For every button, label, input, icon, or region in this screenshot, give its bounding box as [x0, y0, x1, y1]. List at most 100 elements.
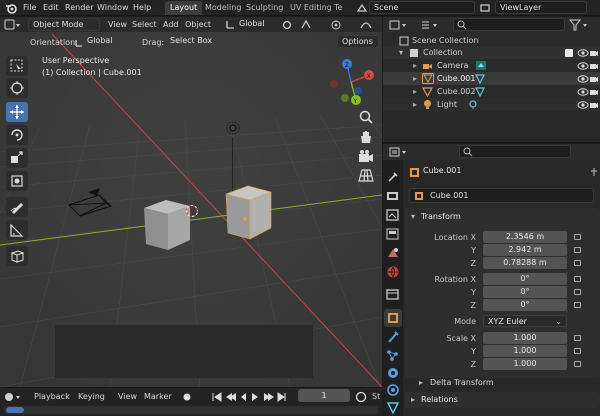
collection-tab-icon[interactable]: [386, 288, 400, 302]
camera-object[interactable]: [66, 182, 116, 222]
camera-render-icon[interactable]: [589, 61, 599, 71]
orientation-dropdown[interactable]: Global: [83, 35, 133, 48]
menu-object[interactable]: Object: [185, 18, 211, 31]
outliner-item-cube-002[interactable]: ▸ Cube.002: [383, 85, 600, 98]
constraints-tab-icon[interactable]: [386, 383, 400, 397]
lock-icon[interactable]: [574, 276, 581, 282]
pan-button[interactable]: [357, 128, 377, 147]
rotation-x-field[interactable]: 0°: [483, 273, 567, 285]
tool-move[interactable]: [6, 102, 28, 122]
relations-collapse-icon[interactable]: ▸: [411, 395, 415, 404]
tool-annotate[interactable]: [6, 197, 28, 217]
visibility-eye-icon[interactable]: [577, 100, 589, 110]
pin-icon[interactable]: [589, 167, 599, 177]
tab-modeling[interactable]: Modeling: [200, 1, 246, 15]
menu-render[interactable]: Render: [65, 2, 93, 14]
rotation-y-field[interactable]: 0°: [483, 286, 567, 298]
tab-layout[interactable]: Layout: [165, 1, 203, 15]
outliner-item-light[interactable]: ▸ Light: [383, 98, 600, 111]
transform-collapse-icon[interactable]: ▾: [411, 212, 415, 221]
lock-icon[interactable]: [574, 335, 581, 341]
expand-arrow-icon[interactable]: ▸: [413, 72, 417, 85]
tool-rotate[interactable]: [6, 125, 28, 145]
world-tab-icon[interactable]: [386, 265, 400, 279]
display-mode-icon[interactable]: [421, 19, 441, 31]
filter-icon[interactable]: [569, 19, 589, 31]
pivot-icon[interactable]: [281, 19, 293, 30]
camera-render-icon[interactable]: [589, 48, 599, 58]
modifier-tab-icon[interactable]: [386, 330, 400, 344]
scale-z-field[interactable]: 1.000: [483, 358, 567, 370]
tool-add-cube[interactable]: [6, 246, 28, 266]
lock-icon[interactable]: [574, 361, 581, 367]
camera-render-icon[interactable]: [589, 74, 599, 84]
object-name-field[interactable]: Cube.001: [409, 188, 594, 203]
editor-type-icon[interactable]: [4, 19, 22, 30]
drag-dropdown[interactable]: Select Box: [166, 35, 218, 48]
lock-icon[interactable]: [574, 247, 581, 253]
perspective-toggle-button[interactable]: [357, 166, 377, 185]
expand-arrow-icon[interactable]: ▸: [413, 59, 417, 72]
tool-select-box[interactable]: [6, 56, 28, 76]
output-tab-icon[interactable]: [386, 208, 400, 222]
relations-header[interactable]: Relations: [421, 395, 458, 404]
tool-transform[interactable]: [6, 171, 28, 191]
visibility-eye-icon[interactable]: [577, 87, 589, 97]
timeline-menu-marker[interactable]: Marker: [144, 390, 172, 403]
outliner-collection[interactable]: ▾ Collection: [383, 46, 600, 59]
menu-add[interactable]: Add: [163, 18, 179, 31]
preview-range-icon[interactable]: [355, 391, 367, 403]
menu-window[interactable]: Window: [97, 2, 129, 14]
collection-checkbox[interactable]: [565, 49, 573, 57]
location-y-field[interactable]: 2.942 m: [483, 244, 567, 256]
scale-x-field[interactable]: 1.000: [483, 332, 567, 344]
camera-render-icon[interactable]: [589, 100, 599, 110]
timeline-menu-playback[interactable]: Playback: [34, 390, 70, 403]
scale-y-field[interactable]: 1.000: [483, 345, 567, 357]
tool-cursor[interactable]: [6, 78, 28, 98]
scene-selector[interactable]: Scene: [369, 1, 475, 14]
tool-scale[interactable]: [6, 148, 28, 168]
location-z-field[interactable]: 0.78288 m: [483, 257, 567, 269]
current-frame-field[interactable]: 1: [298, 389, 350, 402]
tab-sculpting[interactable]: Sculpting: [241, 1, 288, 15]
properties-search[interactable]: [459, 145, 571, 158]
navigation-gizmo[interactable]: X Y Z: [322, 56, 380, 106]
zoom-button[interactable]: [357, 108, 377, 127]
outliner-search[interactable]: [453, 18, 565, 31]
transform-orientation[interactable]: Global: [235, 18, 275, 31]
visibility-eye-icon[interactable]: [577, 48, 589, 58]
data-tab-icon[interactable]: [386, 401, 400, 415]
tool-tab-icon[interactable]: [386, 170, 400, 184]
expand-arrow-icon[interactable]: ▸: [413, 98, 417, 111]
expand-arrow-icon[interactable]: ▾: [399, 46, 403, 59]
delta-transform-header[interactable]: Delta Transform: [430, 378, 494, 387]
view-layer-selector[interactable]: ViewLayer: [495, 1, 587, 14]
rotation-mode-dropdown[interactable]: XYZ Euler ⌄: [483, 315, 567, 327]
tab-texture-paint[interactable]: Te: [329, 1, 347, 15]
tool-measure[interactable]: [6, 220, 28, 240]
snap-icon[interactable]: [300, 19, 312, 30]
cube-001-object[interactable]: [222, 182, 277, 244]
playback-controls[interactable]: [212, 391, 287, 403]
lock-icon[interactable]: [574, 302, 581, 308]
render-tab-icon[interactable]: [386, 189, 400, 203]
timeline-editor-icon[interactable]: [4, 392, 22, 403]
mode-selector[interactable]: Object Mode: [28, 18, 100, 31]
menu-view[interactable]: View: [108, 18, 127, 31]
3d-cursor-icon[interactable]: [183, 202, 201, 220]
outliner-item-cube-001[interactable]: ▸ Cube.001: [383, 72, 600, 85]
delta-transform-collapse-icon[interactable]: ▸: [419, 378, 423, 387]
view-layer-icon[interactable]: [480, 3, 490, 13]
properties-editor-icon[interactable]: [389, 146, 409, 158]
location-x-field[interactable]: 2.3546 m: [483, 231, 567, 243]
record-icon[interactable]: [182, 392, 196, 402]
transform-header[interactable]: Transform: [421, 212, 461, 221]
timeline-scrollbar[interactable]: [4, 406, 378, 414]
falloff-icon[interactable]: [360, 19, 372, 30]
scene-tab-icon[interactable]: [386, 246, 400, 260]
menu-edit[interactable]: Edit: [43, 2, 59, 14]
timeline-menu-keying[interactable]: Keying: [78, 390, 105, 403]
camera-render-icon[interactable]: [589, 87, 599, 97]
light-object[interactable]: [225, 120, 241, 136]
